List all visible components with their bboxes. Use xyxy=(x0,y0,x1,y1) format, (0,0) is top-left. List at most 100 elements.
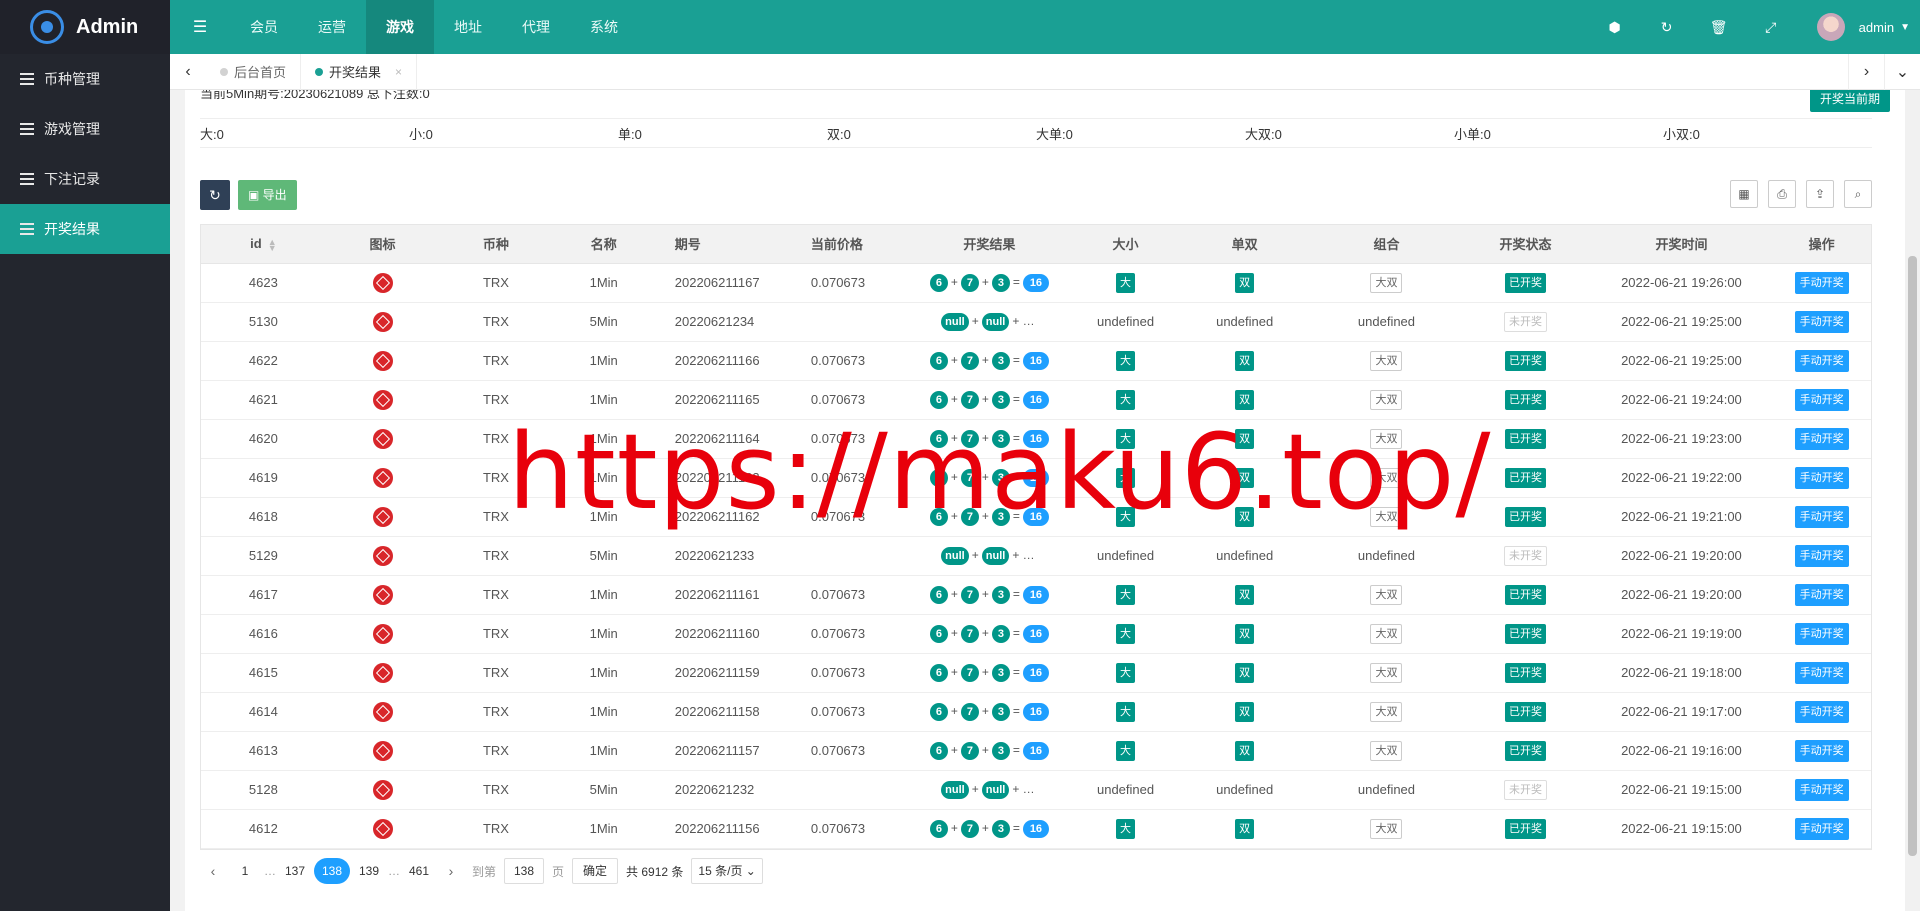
theme-icon[interactable]: ⬢ xyxy=(1589,19,1641,36)
column-header-label: 图标 xyxy=(369,237,396,253)
operator: + xyxy=(950,703,958,718)
cell-name: 1Min xyxy=(553,731,655,770)
top-nav-item[interactable]: 运营 xyxy=(298,0,366,54)
tab-label: 后台首页 xyxy=(234,65,287,80)
columns-icon[interactable]: ▦ xyxy=(1730,180,1758,208)
column-header[interactable]: id ▲ ▼ xyxy=(201,225,326,264)
manual-draw-button[interactable]: 手动开奖 xyxy=(1794,700,1849,723)
cell-size-value: undefined xyxy=(1096,782,1155,797)
manual-draw-button[interactable]: 手动开奖 xyxy=(1794,505,1849,528)
print-icon[interactable]: ⎙ xyxy=(1768,180,1796,208)
cell-parity-tag: 双 xyxy=(1235,662,1255,683)
page-last[interactable]: 461 xyxy=(408,858,430,884)
table-row: 4617 TRX 1Min 202206211161 0.070673 6 +7 +3 = 16 大… xyxy=(201,575,1871,614)
cell-result: 6 +7 +3 = 16 xyxy=(904,653,1074,692)
cell-period-value: 20220621234 xyxy=(674,314,755,329)
manual-draw-button[interactable]: 手动开奖 xyxy=(1794,661,1849,684)
cell-parity-tag: 双 xyxy=(1235,389,1255,410)
manual-draw-button[interactable]: 手动开奖 xyxy=(1794,778,1849,801)
page-prev-number[interactable]: 137 xyxy=(284,858,306,884)
page-tab[interactable]: 开奖结果 × xyxy=(301,53,418,90)
tab-options-icon[interactable]: ⌄ xyxy=(1884,54,1920,90)
goto-page-input[interactable]: 138 xyxy=(504,858,545,884)
close-icon[interactable]: × xyxy=(395,65,402,79)
manual-draw-button[interactable]: 手动开奖 xyxy=(1794,544,1849,567)
tab-scroll-right-icon[interactable]: › xyxy=(1848,54,1884,90)
cell-coin-value: TRX xyxy=(482,470,509,485)
tron-icon xyxy=(372,272,393,293)
menu-toggle-icon[interactable]: ☰ xyxy=(170,17,230,37)
top-nav-item[interactable]: 游戏 xyxy=(366,0,434,54)
sidebar-item[interactable]: 币种管理 xyxy=(0,54,170,104)
manual-draw-button[interactable]: 手动开奖 xyxy=(1794,310,1849,333)
column-header-label: 操作 xyxy=(1808,237,1835,253)
operator: + xyxy=(950,274,958,289)
cell-time: 2022-06-21 19:20:00 xyxy=(1591,536,1773,575)
manual-draw-button[interactable]: 手动开奖 xyxy=(1794,817,1849,840)
top-nav-item[interactable]: 会员 xyxy=(230,0,298,54)
manual-draw-button[interactable]: 手动开奖 xyxy=(1794,739,1849,762)
sidebar-item[interactable]: 下注记录 xyxy=(0,154,170,204)
cell-coin: TRX xyxy=(439,653,552,692)
export-tool-icon[interactable]: ⇪ xyxy=(1806,180,1834,208)
manual-draw-button[interactable]: 手动开奖 xyxy=(1794,349,1849,372)
prev-page-icon[interactable]: ‹ xyxy=(200,858,226,884)
refresh-button[interactable]: ↻ xyxy=(200,180,230,210)
sidebar-item[interactable]: 游戏管理 xyxy=(0,104,170,154)
logo[interactable]: Admin xyxy=(0,0,170,54)
search-icon[interactable]: ⌕ xyxy=(1844,180,1872,208)
column-header-label: 开奖状态 xyxy=(1499,237,1552,253)
cell-price: 0.070673 xyxy=(791,692,904,731)
cell-name-value: 1Min xyxy=(589,743,618,758)
page-tab[interactable]: 后台首页 xyxy=(206,53,302,90)
manual-draw-button[interactable]: 手动开奖 xyxy=(1794,388,1849,411)
cell-icon xyxy=(326,614,439,653)
fullscreen-icon[interactable]: ⤢ xyxy=(1745,19,1797,36)
result-ball: 3 xyxy=(991,390,1010,409)
page-first[interactable]: 1 xyxy=(234,858,256,884)
page-current[interactable]: 138 xyxy=(314,858,350,884)
column-header: 开奖状态 xyxy=(1460,225,1591,264)
column-header: 当前价格 xyxy=(790,225,905,264)
page-scrollbar[interactable] xyxy=(1905,90,1920,911)
cell-name-value: 1Min xyxy=(589,626,618,641)
open-current-button[interactable]: 开奖当前期 xyxy=(1809,90,1890,112)
cell-parity-tag: 双 xyxy=(1235,584,1255,605)
user-menu[interactable]: admin ▼ xyxy=(1797,13,1920,41)
next-page-icon[interactable]: › xyxy=(438,858,464,884)
sort-icon[interactable]: ▲ ▼ xyxy=(268,237,277,252)
cell-coin: TRX xyxy=(439,536,552,575)
top-nav-item[interactable]: 系统 xyxy=(570,0,638,54)
cell-time: 2022-06-21 19:26:00 xyxy=(1591,263,1773,302)
export-button[interactable]: ▣ 导出 xyxy=(238,180,297,210)
manual-draw-button[interactable]: 手动开奖 xyxy=(1794,466,1849,489)
manual-draw-button[interactable]: 手动开奖 xyxy=(1794,427,1849,450)
clear-cache-icon[interactable]: 🗑 xyxy=(1693,19,1745,36)
cell-time-value: 2022-06-21 19:15:00 xyxy=(1621,782,1742,797)
cell-time: 2022-06-21 19:25:00 xyxy=(1591,302,1773,341)
scrollbar-thumb[interactable] xyxy=(1908,256,1917,856)
top-nav-item[interactable]: 代理 xyxy=(502,0,570,54)
cell-time-value: 2022-06-21 19:15:00 xyxy=(1621,821,1742,836)
cell-parity: 双 xyxy=(1177,653,1313,692)
tab-scroll-left-icon[interactable]: ‹ xyxy=(170,54,206,90)
cell-icon xyxy=(326,497,439,536)
manual-draw-button[interactable]: 手动开奖 xyxy=(1794,622,1849,645)
cell-combo-tag: 大双 xyxy=(1370,662,1403,683)
goto-confirm-button[interactable]: 确定 xyxy=(572,858,619,884)
page-next-number[interactable]: 139 xyxy=(358,858,380,884)
result-ball: 7 xyxy=(960,390,979,409)
cell-status-tag: 未开奖 xyxy=(1503,779,1547,800)
manual-draw-button[interactable]: 手动开奖 xyxy=(1794,583,1849,606)
manual-draw-button[interactable]: 手动开奖 xyxy=(1794,271,1849,294)
cell-size-tag: 大 xyxy=(1116,662,1136,683)
cell-action: 手动开奖 xyxy=(1772,575,1871,614)
refresh-icon[interactable]: ↻ xyxy=(1641,19,1693,36)
cell-result: 6 +7 +3 = 16 xyxy=(904,731,1074,770)
result-ball: 7 xyxy=(960,741,979,760)
operator: + xyxy=(950,625,958,640)
sidebar-item[interactable]: 开奖结果 xyxy=(0,204,170,254)
column-header: 大小 xyxy=(1074,225,1177,264)
top-nav-item[interactable]: 地址 xyxy=(434,0,502,54)
page-size-select[interactable]: 15 条/页 ⌄ xyxy=(691,858,763,884)
